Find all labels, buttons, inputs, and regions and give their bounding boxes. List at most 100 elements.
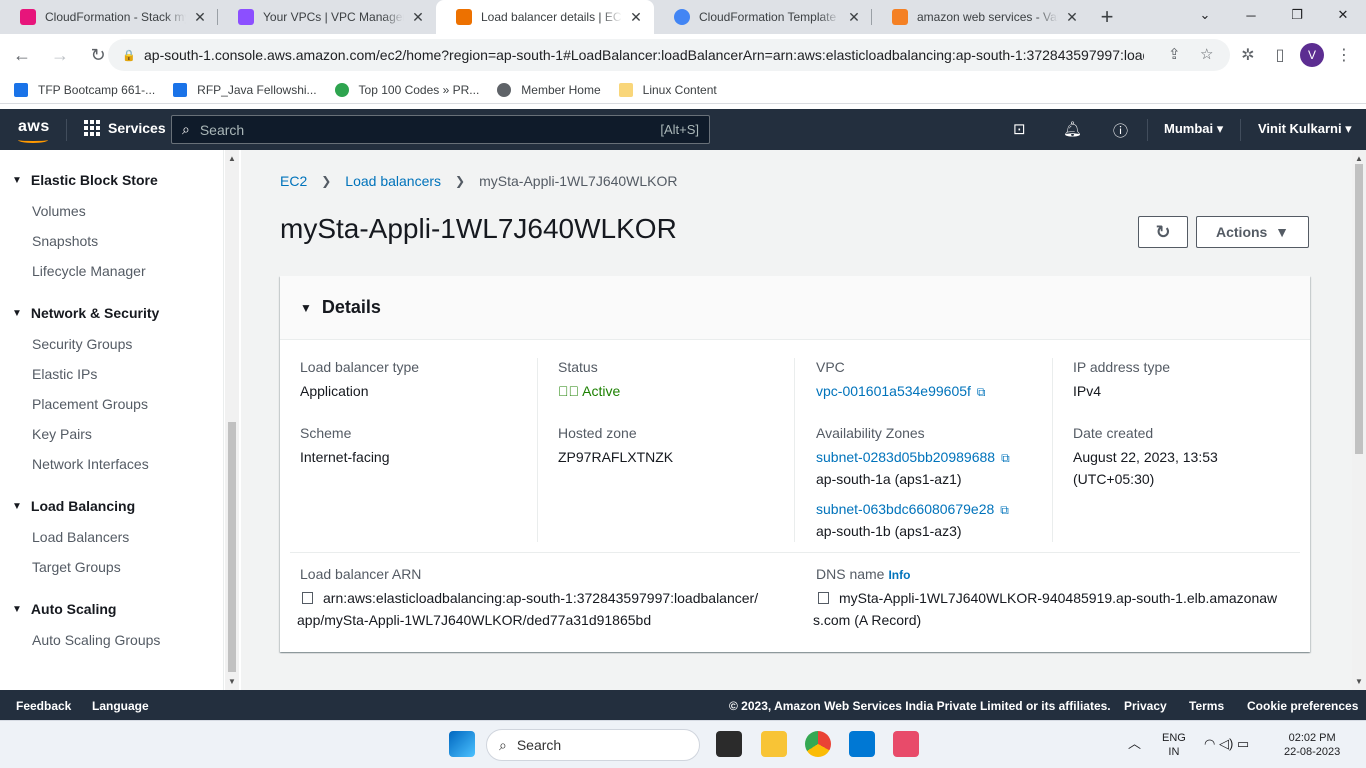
browser-tab-1[interactable]: Your VPCs | VPC Managemen✕ xyxy=(218,0,436,34)
aws-logo[interactable]: aws xyxy=(18,118,50,143)
dns-value-cont: s.com (A Record) xyxy=(813,612,922,628)
network-volume-battery-icons[interactable]: ◠ ◁) ▭ xyxy=(1204,737,1249,751)
refresh-button[interactable]: ↻ xyxy=(1138,216,1188,248)
close-tab-icon[interactable]: ✕ xyxy=(410,9,426,26)
main-scrollbar[interactable]: ▲ ▼ xyxy=(1352,150,1366,690)
check-circle-icon: ✓⃝ xyxy=(558,383,579,399)
close-tab-icon[interactable]: ✕ xyxy=(628,9,644,26)
cloudshell-icon[interactable]: ⊡ xyxy=(1013,120,1026,138)
clock[interactable]: 02:02 PM 22-08-2023 xyxy=(1284,731,1340,759)
close-tab-icon[interactable]: ✕ xyxy=(192,9,208,26)
tab-search-icon[interactable]: ⌄ xyxy=(1182,0,1228,30)
share-icon[interactable]: ⇪ xyxy=(1168,45,1181,63)
copy-icon[interactable] xyxy=(818,592,829,604)
snipping-tool-icon[interactable] xyxy=(893,731,919,757)
help-icon[interactable]: ⓘ xyxy=(1113,120,1128,141)
caret-down-icon: ▼ xyxy=(12,500,22,512)
dns-label: DNS name Info xyxy=(816,566,911,582)
account-menu[interactable]: Vinit Kulkarni ▾ xyxy=(1258,121,1352,137)
arn-value-cont: app/mySta-Appli-1WL7J640WLKOR/ded77a31d9… xyxy=(297,612,652,628)
new-tab-button[interactable]: + xyxy=(1090,0,1124,34)
sidebar-item-target-groups[interactable]: Target Groups xyxy=(32,559,121,575)
scroll-down-icon[interactable]: ▼ xyxy=(1355,677,1363,686)
close-tab-icon[interactable]: ✕ xyxy=(846,9,862,26)
task-view-icon[interactable] xyxy=(716,731,742,757)
sidebar-item-lifecycle-manager[interactable]: Lifecycle Manager xyxy=(32,263,146,279)
chrome-icon[interactable] xyxy=(805,731,831,757)
sidebar-section-ebs[interactable]: ▼ Elastic Block Store xyxy=(12,172,158,188)
windows-start-icon[interactable] xyxy=(449,731,475,757)
sidebar-item-security-groups[interactable]: Security Groups xyxy=(32,336,132,352)
bookmark-1[interactable]: RFP_Java Fellowshi... xyxy=(173,82,317,97)
sidebar-section-auto-scaling[interactable]: ▼ Auto Scaling xyxy=(12,601,116,617)
sidebar-item-network-interfaces[interactable]: Network Interfaces xyxy=(32,456,149,472)
sidebar-section-network-security[interactable]: ▼ Network & Security xyxy=(12,305,159,321)
restore-icon[interactable]: ❐ xyxy=(1274,0,1320,30)
cookie-preferences-link[interactable]: Cookie preferences xyxy=(1247,699,1358,713)
close-tab-icon[interactable]: ✕ xyxy=(1064,9,1080,26)
browser-tab-0[interactable]: CloudFormation - Stack mySt✕ xyxy=(0,0,218,34)
browser-tab-2[interactable]: Load balancer details | EC2 M✕ xyxy=(436,0,654,34)
sidebar-scrollbar-thumb[interactable] xyxy=(228,422,236,672)
lock-icon[interactable]: 🔒 xyxy=(122,49,136,62)
minimize-icon[interactable]: ─ xyxy=(1228,0,1274,30)
sidebar-item-placement-groups[interactable]: Placement Groups xyxy=(32,396,148,412)
sidebar-item-key-pairs[interactable]: Key Pairs xyxy=(32,426,92,442)
subnet-2-link[interactable]: subnet-063bdc66080679e28 ⧉ xyxy=(816,501,1009,518)
profile-button[interactable]: V xyxy=(1296,39,1328,71)
bookmark-3[interactable]: Member Home xyxy=(497,82,601,97)
language-link[interactable]: Language xyxy=(92,699,149,713)
taskbar-search[interactable]: ⌕ Search xyxy=(486,729,700,761)
sidebar-item-snapshots[interactable]: Snapshots xyxy=(32,233,98,249)
bookmark-star-icon[interactable]: ☆ xyxy=(1200,45,1213,63)
windows-taskbar: ⌕ Search ︿ ENG IN ◠ ◁) ▭ 02:02 PM 22-08-202… xyxy=(0,720,1366,768)
scroll-up-icon[interactable]: ▲ xyxy=(228,154,236,163)
feedback-link[interactable]: Feedback xyxy=(16,699,71,713)
breadcrumb-load-balancers[interactable]: Load balancers xyxy=(345,173,441,189)
forward-icon[interactable]: → xyxy=(44,39,76,71)
vpc-link[interactable]: vpc-001601a534e99605f ⧉ xyxy=(816,383,986,400)
info-link[interactable]: Info xyxy=(888,568,910,582)
vscode-icon[interactable] xyxy=(849,731,875,757)
scroll-up-icon[interactable]: ▲ xyxy=(1355,154,1363,163)
url-text[interactable]: ap-south-1.console.aws.amazon.com/ec2/ho… xyxy=(144,47,1144,63)
region-selector[interactable]: Mumbai ▾ xyxy=(1164,121,1223,137)
extensions-icon[interactable]: ✲ xyxy=(1232,39,1264,71)
privacy-link[interactable]: Privacy xyxy=(1124,699,1167,713)
external-link-icon: ⧉ xyxy=(976,385,986,399)
details-header[interactable]: ▼ Details xyxy=(280,276,1310,340)
main-scrollbar-thumb[interactable] xyxy=(1355,164,1363,454)
sidebar-item-volumes[interactable]: Volumes xyxy=(32,203,86,219)
file-explorer-icon[interactable] xyxy=(761,731,787,757)
scroll-down-icon[interactable]: ▼ xyxy=(228,677,236,686)
notifications-bell-icon[interactable]: 🔔︎ xyxy=(1063,120,1082,138)
external-link-icon: ⧉ xyxy=(1001,451,1010,465)
bookmark-4[interactable]: Linux Content xyxy=(618,82,717,97)
search-input[interactable]: ⌕ Search [Alt+S] xyxy=(171,115,710,144)
browser-tab-4[interactable]: amazon web services - Value ✕ xyxy=(872,0,1090,34)
subnet-1-link[interactable]: subnet-0283d05bb20989688 ⧉ xyxy=(816,449,1010,466)
ip-type-label: IP address type xyxy=(1073,359,1171,375)
close-window-icon[interactable]: ✕ xyxy=(1320,0,1366,30)
menu-icon[interactable]: ⋮ xyxy=(1328,39,1360,71)
bookmarks-bar: TFP Bootcamp 661-... RFP_Java Fellowshi.… xyxy=(0,76,1366,104)
sidebar-item-load-balancers[interactable]: Load Balancers xyxy=(32,529,129,545)
side-panel-icon[interactable]: ▯ xyxy=(1264,39,1296,71)
back-icon[interactable]: ← xyxy=(6,39,38,71)
bookmark-0[interactable]: TFP Bootcamp 661-... xyxy=(14,82,155,97)
sidebar-scrollbar[interactable]: ▲ ▼ xyxy=(225,150,239,690)
sidebar-item-auto-scaling-groups[interactable]: Auto Scaling Groups xyxy=(32,632,160,648)
actions-button[interactable]: Actions ▼ xyxy=(1196,216,1309,248)
copy-icon[interactable] xyxy=(302,592,313,604)
terms-link[interactable]: Terms xyxy=(1189,699,1224,713)
caret-down-icon: ▼ xyxy=(12,603,22,615)
bookmark-2[interactable]: Top 100 Codes » PR... xyxy=(334,82,479,97)
browser-tab-3[interactable]: CloudFormation Template fo ✕ xyxy=(654,0,872,34)
language-indicator[interactable]: ENG IN xyxy=(1162,731,1186,759)
breadcrumb-ec2[interactable]: EC2 xyxy=(280,173,307,189)
sidebar-section-load-balancing[interactable]: ▼ Load Balancing xyxy=(12,498,135,514)
sidebar-item-elastic-ips[interactable]: Elastic IPs xyxy=(32,366,97,382)
services-button[interactable]: Services xyxy=(84,120,166,136)
tray-chevron-icon[interactable]: ︿ xyxy=(1128,737,1141,751)
address-bar[interactable]: 🔒 ap-south-1.console.aws.amazon.com/ec2/… xyxy=(108,39,1230,71)
